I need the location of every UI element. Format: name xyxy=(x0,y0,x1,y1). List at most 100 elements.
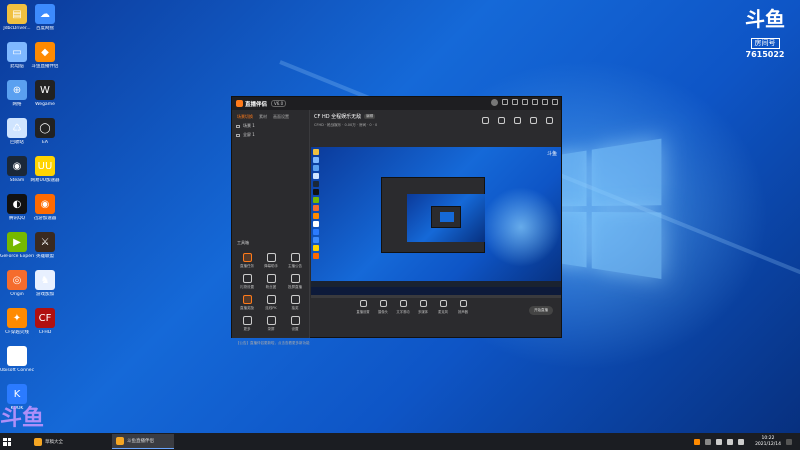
start-button[interactable] xyxy=(0,433,14,450)
minimize-icon[interactable] xyxy=(532,99,538,105)
desktop-icon[interactable]: UU 网易UU加速器 xyxy=(28,156,62,194)
left-tab[interactable]: 画面设置 xyxy=(273,114,289,120)
app-logo: 直播伴侣 xyxy=(236,100,267,108)
chevron-up-icon[interactable] xyxy=(705,438,712,445)
tool-item[interactable]: 粉丝团 xyxy=(260,274,282,290)
eye-icon[interactable] xyxy=(236,133,240,137)
desktop-icon[interactable]: ◆ 斗鱼直播伴侣 xyxy=(28,42,62,80)
tool-item[interactable]: 直播奖励 xyxy=(236,295,258,311)
scene-label: 全屏 1 xyxy=(243,132,255,137)
notify-icon[interactable] xyxy=(530,117,537,124)
avatar[interactable] xyxy=(491,99,498,106)
tool-item[interactable]: 投屏直播 xyxy=(284,274,306,290)
desktop-icon[interactable]: ☁ 百度网盘 xyxy=(28,4,62,42)
tool-item[interactable]: 设置 xyxy=(284,316,306,332)
tray-app-icon[interactable] xyxy=(694,438,701,445)
scene-item[interactable]: 场景 1 xyxy=(232,120,309,129)
control-button[interactable]: 麦克风 xyxy=(436,300,450,314)
preview-nested-screen xyxy=(407,194,485,242)
desktop-icon[interactable]: CF CFHD xyxy=(28,308,62,346)
preview-taskbar xyxy=(311,281,561,287)
tool-item[interactable]: 礼物设置 xyxy=(236,274,258,290)
skin-icon[interactable] xyxy=(512,99,518,105)
preview-scrollbar[interactable] xyxy=(311,295,561,298)
control-button[interactable]: 摄像头 xyxy=(376,300,390,314)
desktop-icon[interactable]: ⚔ 英雄联盟 xyxy=(28,232,62,270)
taskbar-item-label: 斗鱼直播伴侣 xyxy=(127,439,154,444)
stream-preview[interactable]: 斗鱼 xyxy=(311,147,561,295)
room-title[interactable]: CF HD 全程娱乐无敌 xyxy=(314,113,361,120)
control-button[interactable]: 直播设置 xyxy=(356,300,370,314)
left-tab[interactable]: 素材 xyxy=(259,114,267,120)
tool-item[interactable]: 录屏 xyxy=(260,316,282,332)
record-icon[interactable] xyxy=(498,117,505,124)
desktop-icon-label: EA xyxy=(42,140,48,145)
app-title: 直播伴侣 xyxy=(245,101,268,108)
message-icon[interactable] xyxy=(502,99,508,105)
desktop-icon[interactable]: ♞ 游戏加加 xyxy=(28,270,62,308)
toolbox-grid: 直播任务 弹幕助手 主播公告礼物设置 粉丝团 投屏直播直播奖励 连线PK 抽奖更多 录屏 设置 xyxy=(236,253,306,332)
tool-item[interactable]: 弹幕助手 xyxy=(260,253,282,269)
desktop-icon-label: 英雄联盟 xyxy=(36,254,54,259)
more-icon[interactable] xyxy=(546,117,553,124)
app-icon: UU xyxy=(35,156,55,176)
desktop-icon[interactable]: ◉ 迅游加速器 xyxy=(28,194,62,232)
tool-item[interactable]: 连线PK xyxy=(260,295,282,311)
notification-icon[interactable] xyxy=(786,438,792,445)
layout-icon[interactable] xyxy=(514,117,521,124)
tool-label: 直播奖励 xyxy=(240,306,254,310)
settings-icon[interactable] xyxy=(522,99,528,105)
share-icon[interactable] xyxy=(482,117,489,124)
tool-item[interactable]: 抽奖 xyxy=(284,295,306,311)
system-tray: 10:22 2021/12/14 xyxy=(694,433,792,450)
desktop-icon[interactable]: ◯ EA xyxy=(28,118,62,156)
app-titlebar[interactable]: 直播伴侣 V6.0 xyxy=(232,97,561,110)
edit-title-button[interactable]: 编辑 xyxy=(364,114,376,119)
douyu-logo: 斗鱼 xyxy=(745,7,785,31)
left-panel: 场景切换 素材 画面设置 场景 1 全屏 1 工具箱 直播任务 弹幕助手 主播公告 礼物设置… xyxy=(232,110,310,345)
network-icon[interactable] xyxy=(716,438,723,445)
preview-douyu-badge: 斗鱼 xyxy=(547,150,557,157)
scene-item[interactable]: 全屏 1 xyxy=(232,129,309,138)
app-icon: ⊕ xyxy=(7,80,27,100)
left-tab[interactable]: 场景切换 xyxy=(237,114,253,120)
clock[interactable]: 10:22 2021/12/14 xyxy=(755,436,781,448)
desktop: ▤ JdbcDriver... ▭ 此电脑 ⊕ 网络 ♺ 回收站 ◉ Steam ◐ 腾讯QQ ▶ GeF… xyxy=(0,0,800,433)
tool-icon xyxy=(242,316,252,325)
taskbar-item-2[interactable]: 斗鱼直播伴侣 xyxy=(112,434,174,449)
desktop-icon-label: 斗鱼直播伴侣 xyxy=(31,64,59,69)
taskbar-item-1[interactable]: 草稿大全 xyxy=(30,434,108,449)
ime-icon[interactable] xyxy=(738,438,745,445)
scene-list: 场景 1 全屏 1 xyxy=(232,120,309,138)
preview-glow xyxy=(481,187,561,267)
app-icon: ◎ xyxy=(7,270,27,290)
volume-icon[interactable] xyxy=(727,438,734,445)
preview-desktop: 斗鱼 xyxy=(311,147,561,287)
tool-item[interactable]: 直播任务 xyxy=(236,253,258,269)
notice-text[interactable]: 【公告】直播伴侣更新啦，点击查看更多新功能 xyxy=(236,341,310,346)
preview-nested-window xyxy=(381,177,485,253)
scene-label: 场景 1 xyxy=(243,123,255,128)
control-button[interactable]: 多媒体 xyxy=(416,300,430,314)
preview-badge-logo: 斗鱼 xyxy=(546,151,557,157)
room-meta: CFHD · 枪战娱乐 · 0.00万 · 房间 · 0 · 0 xyxy=(314,123,378,127)
control-button[interactable]: 扬声器 xyxy=(456,300,470,314)
tool-label: 抽奖 xyxy=(291,306,299,310)
start-live-button[interactable]: 开始直播 xyxy=(529,306,553,315)
tool-item[interactable]: 更多 xyxy=(236,316,258,332)
control-label: 文字滚动 xyxy=(396,310,410,314)
tool-icon xyxy=(290,295,300,304)
maximize-icon[interactable] xyxy=(542,99,548,105)
app-icon: ⚔ xyxy=(35,232,55,252)
windows-icon xyxy=(3,437,11,446)
main-area: CF HD 全程娱乐无敌 编辑 CFHD · 枪战娱乐 · 0.00万 · 房间… xyxy=(311,110,561,338)
eye-icon[interactable] xyxy=(236,124,240,128)
room-number: 7615022 xyxy=(745,50,785,59)
close-icon[interactable] xyxy=(552,99,558,105)
desktop-icon[interactable]: ◍ Ubisoft Connect xyxy=(0,346,34,384)
version-badge[interactable]: V6.0 xyxy=(271,100,287,107)
control-button[interactable]: 文字滚动 xyxy=(396,300,410,314)
desktop-icon[interactable]: W Wegame xyxy=(28,80,62,118)
tool-item[interactable]: 主播公告 xyxy=(284,253,306,269)
taskbar: 草稿大全 斗鱼直播伴侣 10:22 2021/12/14 xyxy=(0,433,800,450)
